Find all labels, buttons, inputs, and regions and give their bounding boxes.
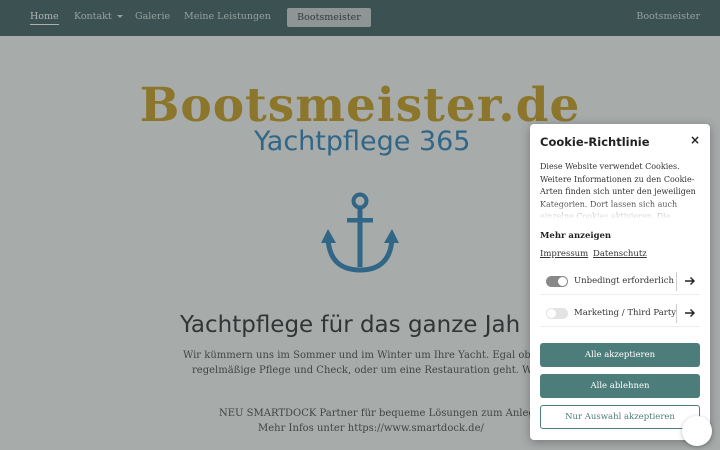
necessary-toggle[interactable] [546,276,568,287]
arrow-right-icon[interactable] [684,275,696,287]
show-more-link[interactable]: Mehr anzeigen [540,231,611,241]
toggle-knob [547,309,556,318]
row-divider [676,272,677,291]
floating-widget-button[interactable] [682,416,712,446]
toggle-knob [558,277,567,286]
reject-all-button[interactable]: Alle ablehnen [540,374,700,398]
accept-selection-button[interactable]: Nur Auswahl akzeptieren [540,405,700,429]
datenschutz-link[interactable]: Datenschutz [593,249,647,259]
necessary-label: Unbedingt erforderlich [574,276,674,286]
toggle-row-marketing: Marketing / Third Party [540,301,700,327]
row-divider [676,304,677,323]
accept-all-button[interactable]: Alle akzeptieren [540,343,700,367]
description-fade [540,201,704,219]
close-icon[interactable]: × [690,133,700,147]
impressum-link[interactable]: Impressum [540,249,588,259]
toggle-row-necessary: Unbedingt erforderlich [540,269,700,295]
cookie-description: Diese Website verwendet Cookies. Weitere… [540,161,704,219]
marketing-label: Marketing / Third Party [574,308,677,318]
cookie-dialog: Cookie-Richtlinie × Diese Website verwen… [530,124,710,440]
cookie-title: Cookie-Richtlinie [540,135,650,149]
marketing-toggle[interactable] [546,308,568,319]
arrow-right-icon[interactable] [684,307,696,319]
